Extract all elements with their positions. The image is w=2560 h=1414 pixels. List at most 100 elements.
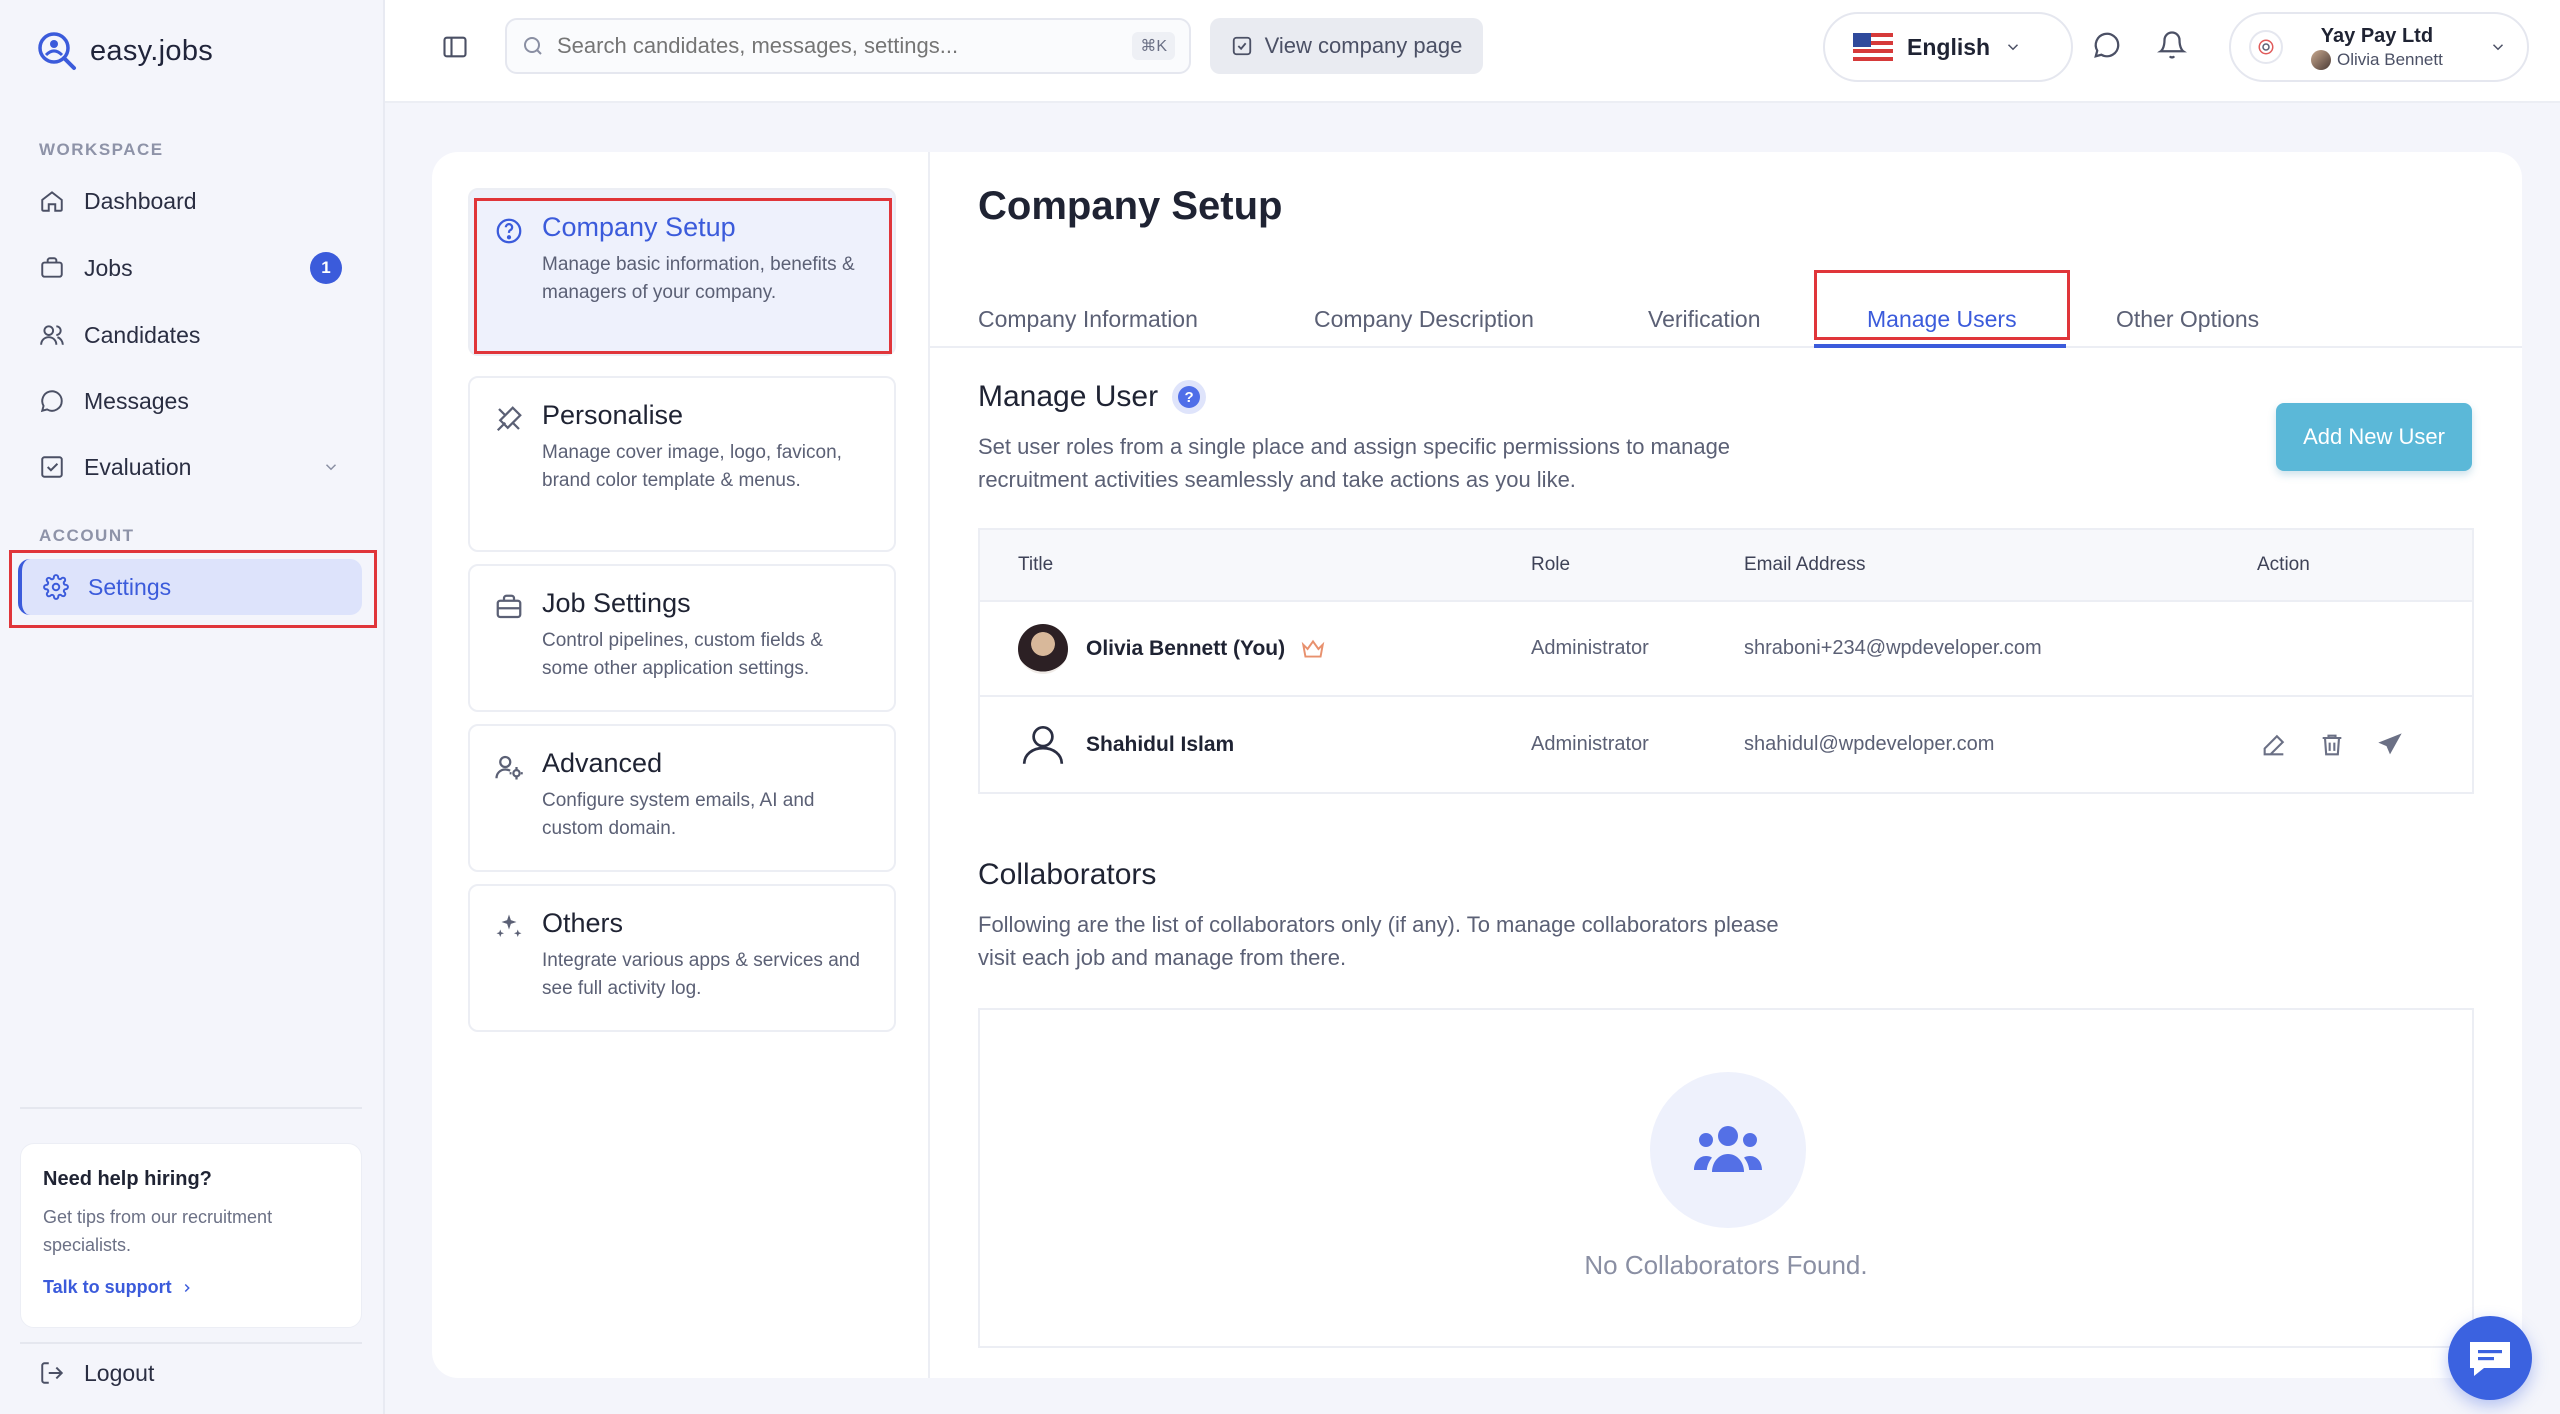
user-role: Administrator <box>1531 637 1649 659</box>
settings-card-desc: Manage cover image, logo, favicon, brand… <box>542 442 842 491</box>
sidebar-toggle-icon[interactable] <box>441 33 469 61</box>
settings-card-others[interactable]: Others Integrate various apps & services… <box>468 884 896 1032</box>
help-text: Get tips from our recruitment specialist… <box>43 1207 273 1255</box>
support-chat-button[interactable] <box>2448 1316 2532 1400</box>
chevron-down-icon[interactable] <box>322 458 340 476</box>
language-label: English <box>1907 33 1991 60</box>
chevron-down-icon <box>2008 44 2019 51</box>
sidebar-item-label: Jobs <box>84 254 133 281</box>
user-email: shahidul@wpdeveloper.com <box>1744 733 1995 755</box>
brand-logo[interactable]: easy.jobs <box>34 28 213 74</box>
settings-card-desc: Control pipelines, custom fields & some … <box>542 630 823 679</box>
user-email: shraboni+234@wpdeveloper.com <box>1744 637 2042 659</box>
briefcase-icon <box>494 592 524 622</box>
sidebar-item-messages[interactable]: Messages <box>18 373 362 429</box>
collaborators-heading: Collaborators <box>978 858 1157 891</box>
manage-user-description: Set user roles from a single place and a… <box>978 434 1731 492</box>
chevron-down-icon <box>2492 44 2504 51</box>
sidebar-item-label: Candidates <box>84 321 201 348</box>
company-logo <box>2249 30 2283 64</box>
sidebar-item-jobs[interactable]: Jobs 1 <box>18 240 362 296</box>
sidebar-divider <box>20 1342 362 1344</box>
search-input[interactable] <box>557 33 1133 59</box>
crown-icon <box>1300 636 1326 662</box>
tab-company-description[interactable]: Company Description <box>1314 306 1534 333</box>
table-row: Shahidul Islam Administrator shahidul@wp… <box>980 697 2472 792</box>
settings-card-title: Others <box>542 908 624 938</box>
external-check-icon <box>1232 36 1251 56</box>
briefcase-icon <box>38 254 66 282</box>
column-email: Email Address <box>1744 554 1866 575</box>
column-action: Action <box>2257 554 2310 575</box>
manage-user-heading: Manage User ? <box>978 380 1207 414</box>
home-icon <box>38 187 66 215</box>
search-icon <box>524 37 542 55</box>
sidebar-item-label: Evaluation <box>84 453 192 480</box>
send-icon[interactable] <box>2376 731 2404 759</box>
group-icon <box>1650 1072 1806 1228</box>
help-title: Need help hiring? <box>43 1168 212 1190</box>
main-card: Company Setup Manage basic information, … <box>432 152 2522 1378</box>
chat-icon[interactable] <box>2092 30 2122 60</box>
user-name: Olivia Bennett (You) <box>1086 636 1286 660</box>
language-selector[interactable]: English <box>1823 12 2073 82</box>
settings-card-personalise[interactable]: Personalise Manage cover image, logo, fa… <box>468 376 896 552</box>
avatar <box>1018 623 1068 674</box>
tab-other-options[interactable]: Other Options <box>2116 306 2259 333</box>
user-settings-icon <box>494 752 524 782</box>
add-new-user-button[interactable]: Add New User <box>2276 403 2472 471</box>
settings-menu: Company Setup Manage basic information, … <box>432 152 930 1378</box>
column-title: Title <box>1018 554 1054 575</box>
settings-card-title: Personalise <box>542 400 684 430</box>
sparkles-icon <box>494 912 524 942</box>
collaborators-empty-state: No Collaborators Found. <box>978 1008 2474 1348</box>
user-name: Shahidul Islam <box>1086 732 1235 756</box>
active-tab-indicator <box>1814 344 2066 348</box>
tab-company-information[interactable]: Company Information <box>978 306 1198 333</box>
sidebar-item-label: Messages <box>84 387 189 414</box>
settings-tabs: Company Information Company Description … <box>930 272 2522 348</box>
manage-user-title: Manage User <box>978 380 1159 413</box>
settings-card-advanced[interactable]: Advanced Configure system emails, AI and… <box>468 724 896 872</box>
logout-button[interactable]: Logout <box>18 1345 362 1401</box>
edit-icon[interactable] <box>2260 731 2288 759</box>
topbar: ⌘K View company page English Yay Pay Ltd… <box>385 0 2560 103</box>
bell-icon[interactable] <box>2157 30 2187 60</box>
sidebar-item-candidates[interactable]: Candidates <box>18 307 362 363</box>
users-table: Title Role Email Address Action Olivia B… <box>978 528 2474 794</box>
us-flag-icon <box>1853 33 1893 61</box>
collaborators-description: Following are the list of collaborators … <box>978 912 1779 970</box>
message-icon <box>38 387 66 415</box>
talk-to-support-link[interactable]: Talk to support <box>43 1277 339 1298</box>
settings-highlight-box <box>9 550 377 628</box>
help-icon[interactable]: ? <box>1172 380 1207 414</box>
view-company-label: View company page <box>1264 33 1463 58</box>
settings-card-desc: Integrate various apps & services and se… <box>542 950 860 999</box>
help-card: Need help hiring? Get tips from our recr… <box>20 1143 362 1328</box>
checkbox-icon <box>38 453 66 481</box>
company-switcher[interactable]: Yay Pay Ltd Olivia Bennett <box>2229 12 2529 82</box>
search-bar[interactable]: ⌘K <box>505 18 1191 74</box>
workspace-label: WORKSPACE <box>39 140 164 159</box>
tab-verification[interactable]: Verification <box>1648 306 1761 333</box>
settings-card-job-settings[interactable]: Job Settings Control pipelines, custom f… <box>468 564 896 712</box>
company-name: Yay Pay Ltd <box>2320 24 2434 47</box>
settings-card-desc: Configure system emails, AI and custom d… <box>542 790 815 839</box>
design-tools-icon <box>494 404 524 434</box>
easyjobs-logo-icon <box>38 32 76 70</box>
current-user-name: Olivia Bennett <box>2337 49 2443 69</box>
view-company-page-button[interactable]: View company page <box>1210 18 1483 74</box>
row-actions <box>2260 731 2404 759</box>
empty-message: No Collaborators Found. <box>1584 1250 1868 1280</box>
user-placeholder-icon <box>1018 720 1068 770</box>
sidebar-item-dashboard[interactable]: Dashboard <box>18 173 362 229</box>
talk-to-support-label: Talk to support <box>43 1277 172 1297</box>
column-role: Role <box>1531 554 1571 575</box>
chevron-right-icon <box>184 1283 190 1292</box>
sidebar-item-evaluation[interactable]: Evaluation <box>18 439 362 495</box>
settings-card-title: Advanced <box>542 748 663 778</box>
trash-icon[interactable] <box>2318 731 2346 759</box>
avatar <box>2311 49 2331 70</box>
jobs-count-badge: 1 <box>310 252 342 284</box>
account-label: ACCOUNT <box>39 526 135 545</box>
